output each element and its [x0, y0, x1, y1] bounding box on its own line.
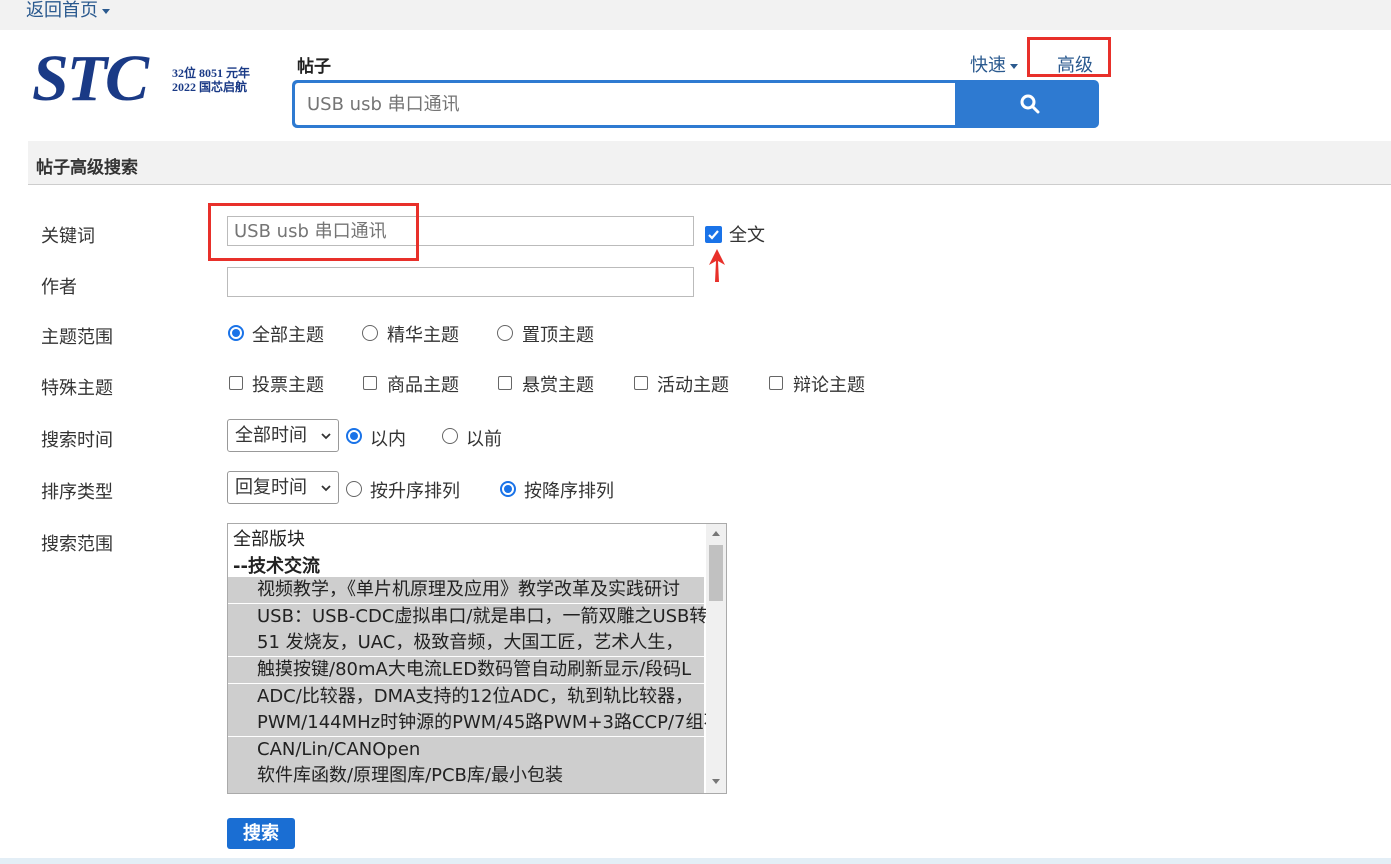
site-logo[interactable]: STC 32位 8051 元年 2022 国芯启航 [32, 46, 264, 114]
checkbox-goods-label: 商品主题 [387, 375, 459, 396]
list-item[interactable]: 触摸按键/80mA大电流LED数码管自动刷新显示/段码L [228, 657, 704, 683]
search-time-label: 搜索时间 [41, 430, 113, 451]
author-label: 作者 [41, 277, 77, 298]
listbox-scrollbar[interactable] [706, 524, 726, 793]
radio-within-label: 以内 [370, 429, 406, 450]
section-header: 帖子高级搜索 [28, 141, 1391, 185]
radio-all-topics[interactable] [228, 325, 244, 341]
checkbox-debate[interactable] [769, 376, 783, 390]
checkbox-goods[interactable] [363, 376, 377, 390]
list-item[interactable]: PWM/144MHz时钟源的PWM/45路PWM+3路CCP/7组不 [228, 710, 722, 736]
sort-type-label: 排序类型 [41, 482, 113, 503]
home-link[interactable]: 返回首页 [26, 0, 110, 22]
scroll-up-icon[interactable] [712, 531, 720, 536]
chevron-down-icon [102, 8, 110, 14]
chevron-down-icon [1010, 63, 1018, 69]
search-time-select-value: 全部时间 [235, 425, 307, 446]
radio-digest-topics-label: 精华主题 [387, 325, 459, 346]
list-item-partial[interactable] [228, 789, 704, 793]
keyword-label: 关键词 [41, 226, 95, 247]
radio-descending-label: 按降序排列 [524, 481, 614, 502]
search-time-select[interactable]: 全部时间 [227, 419, 339, 452]
logo-text: STC [32, 42, 149, 115]
checkbox-activity-label: 活动主题 [657, 375, 729, 396]
checkbox-reward[interactable] [498, 376, 512, 390]
quick-search-label: 快速 [970, 55, 1006, 76]
radio-ascending-label: 按升序排列 [370, 481, 460, 502]
special-topic-label: 特殊主题 [41, 378, 113, 399]
search-category-label: 帖子 [297, 57, 331, 77]
checkbox-debate-label: 辩论主题 [793, 375, 865, 396]
search-bar [292, 80, 1099, 128]
radio-within[interactable] [346, 428, 362, 444]
chevron-down-icon [321, 485, 331, 492]
checkbox-activity[interactable] [634, 376, 648, 390]
section-title: 帖子高级搜索 [36, 158, 138, 178]
top-bar: 返回首页 [0, 0, 1391, 30]
scroll-down-icon[interactable] [712, 779, 720, 784]
sort-type-select-value: 回复时间 [235, 477, 307, 498]
chevron-down-icon [321, 433, 331, 440]
page-bottom-strip [0, 858, 1391, 864]
quick-search-toggle[interactable]: 快速 [970, 51, 1018, 77]
list-item[interactable]: ADC/比较器，DMA支持的12位ADC，轨到轨比较器， [228, 684, 704, 710]
list-item[interactable]: 视频教学，《单片机原理及应用》教学改革及实践研讨 [228, 577, 704, 603]
search-scope-label: 搜索范围 [41, 534, 113, 555]
submit-search-button[interactable]: 搜索 [227, 818, 295, 849]
fulltext-checkbox[interactable] [705, 226, 722, 243]
author-input[interactable] [227, 267, 694, 297]
topic-range-label: 主题范围 [41, 327, 113, 348]
home-link-label: 返回首页 [26, 0, 98, 21]
list-item[interactable]: USB：USB-CDC虚拟串口/就是串口，一箭双雕之USB转 [228, 604, 707, 630]
radio-descending[interactable] [500, 481, 516, 497]
arrow-annotation-icon [709, 249, 725, 282]
radio-before[interactable] [442, 428, 458, 444]
radio-all-topics-label: 全部主题 [252, 325, 324, 346]
search-icon [1020, 94, 1040, 114]
list-item[interactable]: 软件库函数/原理图库/PCB库/最小包装 [228, 763, 704, 789]
search-input[interactable] [295, 83, 955, 125]
advanced-search-link[interactable]: 高级 [1027, 37, 1111, 77]
fulltext-label: 全文 [729, 225, 765, 246]
advanced-search-label: 高级 [1057, 55, 1093, 76]
sort-type-select[interactable]: 回复时间 [227, 471, 339, 504]
radio-before-label: 以前 [466, 429, 502, 450]
list-item[interactable]: CAN/Lin/CANOpen [228, 737, 704, 763]
annotation-box [208, 203, 419, 261]
scrollbar-thumb[interactable] [709, 545, 723, 601]
list-item[interactable]: 全部版块 [233, 527, 305, 553]
search-button[interactable] [958, 80, 1099, 128]
logo-tagline-2: 2022 国芯启航 [172, 80, 248, 94]
checkbox-poll-label: 投票主题 [252, 375, 324, 396]
radio-ascending[interactable] [346, 481, 362, 497]
checkmark-icon [708, 230, 719, 240]
radio-sticky-topics-label: 置顶主题 [522, 325, 594, 346]
radio-sticky-topics[interactable] [497, 325, 513, 341]
forum-scope-listbox[interactable]: 全部版块 --技术交流 视频教学，《单片机原理及应用》教学改革及实践研讨 USB… [227, 523, 727, 794]
checkbox-reward-label: 悬赏主题 [522, 375, 594, 396]
checkbox-poll[interactable] [229, 376, 243, 390]
radio-digest-topics[interactable] [362, 325, 378, 341]
list-item[interactable]: 51 发烧友，UAC，极致音频，大国工匠，艺术人生， [228, 630, 704, 656]
